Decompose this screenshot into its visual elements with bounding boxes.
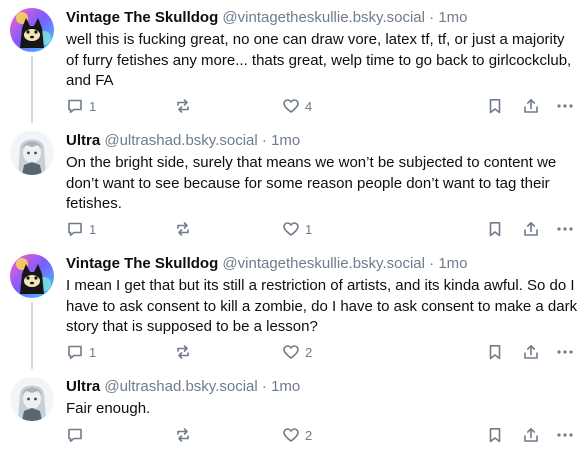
- avatar[interactable]: [10, 377, 54, 421]
- bookmark-icon: [486, 426, 504, 444]
- post-actions: 1 2: [66, 342, 578, 362]
- like-button[interactable]: 2: [282, 342, 312, 362]
- post-meta: Vintage The Skulldog @vintagetheskullie.…: [66, 254, 578, 274]
- bookmark-icon: [486, 97, 504, 115]
- share-icon: [522, 343, 540, 361]
- handle[interactable]: @ultrashad.bsky.social: [104, 378, 257, 395]
- reply-icon: [66, 426, 84, 444]
- share-icon: [522, 220, 540, 238]
- like-button[interactable]: 2: [282, 425, 312, 445]
- display-name[interactable]: Ultra: [66, 378, 100, 395]
- display-name[interactable]: Vintage The Skulldog: [66, 255, 218, 272]
- separator: ·: [261, 378, 267, 395]
- post-meta: Vintage The Skulldog @vintagetheskullie.…: [66, 8, 578, 28]
- share-button[interactable]: [522, 96, 540, 116]
- post[interactable]: Vintage The Skulldog @vintagetheskullie.…: [0, 0, 588, 123]
- heart-icon: [282, 343, 300, 361]
- more-options-button[interactable]: [555, 219, 575, 239]
- avatar[interactable]: [10, 254, 54, 298]
- handle[interactable]: @vintagetheskullie.bsky.social: [222, 9, 425, 26]
- reply-icon: [66, 97, 84, 115]
- separator: ·: [429, 255, 435, 272]
- repost-icon: [174, 426, 192, 444]
- avatar[interactable]: [10, 131, 54, 175]
- more-icon: [555, 97, 575, 115]
- reply-button[interactable]: [66, 425, 89, 445]
- avatar[interactable]: [10, 8, 54, 52]
- share-icon: [522, 426, 540, 444]
- like-count: 2: [305, 344, 313, 360]
- share-icon: [522, 97, 540, 115]
- reply-icon: [66, 220, 84, 238]
- heart-icon: [282, 426, 300, 444]
- reply-icon: [66, 343, 84, 361]
- post[interactable]: Ultra @ultrashad.bsky.social · 1mo Fair …: [0, 369, 588, 455]
- post-text: On the bright side, surely that means we…: [66, 154, 557, 212]
- reply-button[interactable]: 1: [66, 96, 96, 116]
- like-count: 1: [305, 221, 313, 237]
- like-button[interactable]: 1: [282, 219, 312, 239]
- more-icon: [555, 220, 575, 238]
- bookmark-button[interactable]: [486, 219, 504, 239]
- separator: ·: [429, 9, 435, 26]
- repost-icon: [174, 97, 192, 115]
- reply-button[interactable]: 1: [66, 219, 96, 239]
- timestamp[interactable]: 1mo: [438, 255, 467, 272]
- more-options-button[interactable]: [555, 425, 575, 445]
- like-button[interactable]: 4: [282, 96, 312, 116]
- post-text: well this is fucking great, no one can d…: [66, 31, 572, 89]
- like-count: 4: [305, 98, 313, 114]
- post-text: I mean I get that but its still a restri…: [66, 277, 578, 335]
- thread-line: [31, 302, 33, 369]
- heart-icon: [282, 97, 300, 115]
- reply-count: 1: [89, 98, 97, 114]
- repost-button[interactable]: [174, 342, 192, 362]
- display-name[interactable]: Vintage The Skulldog: [66, 9, 218, 26]
- share-button[interactable]: [522, 219, 540, 239]
- repost-icon: [174, 220, 192, 238]
- bookmark-icon: [486, 220, 504, 238]
- post-meta: Ultra @ultrashad.bsky.social · 1mo: [66, 377, 578, 397]
- share-button[interactable]: [522, 425, 540, 445]
- display-name[interactable]: Ultra: [66, 132, 100, 149]
- post-text: Fair enough.: [66, 400, 151, 417]
- handle[interactable]: @vintagetheskullie.bsky.social: [222, 255, 425, 272]
- share-button[interactable]: [522, 342, 540, 362]
- bookmark-button[interactable]: [486, 342, 504, 362]
- post-actions: 2: [66, 425, 578, 445]
- post[interactable]: Ultra @ultrashad.bsky.social · 1mo On th…: [0, 123, 588, 246]
- like-count: 2: [305, 427, 313, 443]
- timestamp[interactable]: 1mo: [271, 378, 300, 395]
- repost-button[interactable]: [174, 425, 192, 445]
- timestamp[interactable]: 1mo: [271, 132, 300, 149]
- repost-button[interactable]: [174, 96, 192, 116]
- repost-button[interactable]: [174, 219, 192, 239]
- post-actions: 1 4: [66, 96, 578, 116]
- more-options-button[interactable]: [555, 342, 575, 362]
- heart-icon: [282, 220, 300, 238]
- more-icon: [555, 343, 575, 361]
- repost-icon: [174, 343, 192, 361]
- post[interactable]: Vintage The Skulldog @vintagetheskullie.…: [0, 246, 588, 369]
- bookmark-button[interactable]: [486, 96, 504, 116]
- post-meta: Ultra @ultrashad.bsky.social · 1mo: [66, 131, 578, 151]
- more-options-button[interactable]: [555, 96, 575, 116]
- bookmark-button[interactable]: [486, 425, 504, 445]
- post-actions: 1 1: [66, 219, 578, 239]
- reply-count: 1: [89, 344, 97, 360]
- more-icon: [555, 426, 575, 444]
- handle[interactable]: @ultrashad.bsky.social: [104, 132, 257, 149]
- timestamp[interactable]: 1mo: [438, 9, 467, 26]
- bookmark-icon: [486, 343, 504, 361]
- thread-line: [31, 56, 33, 123]
- reply-count: 1: [89, 221, 97, 237]
- reply-button[interactable]: 1: [66, 342, 96, 362]
- thread: Vintage The Skulldog @vintagetheskullie.…: [0, 0, 588, 455]
- separator: ·: [261, 132, 267, 149]
